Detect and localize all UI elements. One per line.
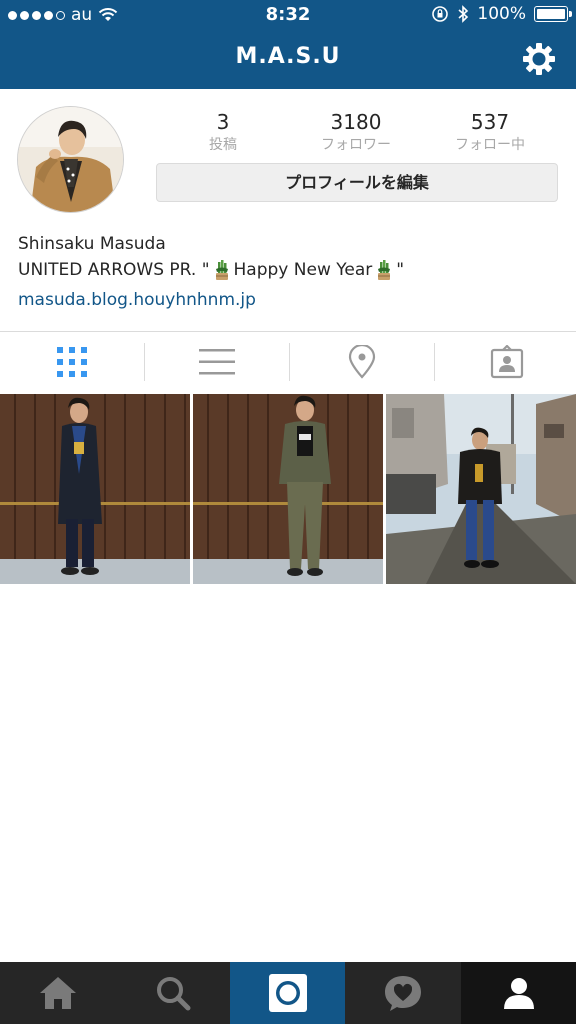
posts-stat[interactable]: 3 投稿	[158, 110, 288, 154]
edit-profile-button[interactable]: プロフィールを編集	[156, 163, 558, 202]
profile-name: Shinsaku Masuda	[18, 234, 166, 254]
nav-camera[interactable]	[230, 962, 345, 1024]
tagged-icon	[490, 345, 524, 379]
tab-list[interactable]	[145, 332, 289, 392]
avatar[interactable]	[17, 106, 124, 213]
followers-label: フォロワー	[321, 137, 391, 153]
profile-website-link[interactable]: masuda.blog.houyhnhnm.jp	[18, 290, 256, 310]
nav-activity[interactable]	[345, 962, 460, 1024]
post-thumbnail-2[interactable]	[193, 394, 383, 584]
grid-icon	[57, 347, 87, 377]
posts-label: 投稿	[209, 137, 237, 153]
camera-icon	[268, 974, 307, 1012]
following-stat[interactable]: 537 フォロー中	[425, 110, 555, 154]
following-label: フォロー中	[455, 137, 525, 153]
location-pin-icon	[348, 345, 376, 379]
posts-count: 3	[216, 110, 230, 134]
profile-bio: UNITED ARROWS PR. " Happy New Year "	[18, 260, 404, 280]
post-thumbnail-1[interactable]	[0, 394, 190, 584]
view-tabs	[0, 332, 576, 392]
page-title: M.A.S.U	[235, 44, 341, 69]
post-thumbnail-3[interactable]	[386, 394, 576, 584]
list-icon	[199, 349, 235, 375]
nav-home[interactable]	[0, 962, 115, 1024]
status-bar: au 8:32 100%	[0, 0, 576, 30]
search-icon	[156, 977, 190, 1011]
orientation-lock-icon	[432, 6, 449, 22]
tab-tagged[interactable]	[435, 332, 576, 392]
kadomatsu-emoji-icon	[215, 260, 228, 280]
battery-percent: 100%	[477, 4, 526, 24]
tab-location[interactable]	[290, 332, 434, 392]
activity-heart-icon	[384, 976, 421, 1011]
kadomatsu-emoji-icon-2	[378, 260, 391, 280]
nav-profile[interactable]	[461, 962, 576, 1024]
nav-search[interactable]	[115, 962, 230, 1024]
home-icon	[39, 977, 76, 1009]
bottom-nav	[0, 962, 576, 1024]
followers-count: 3180	[330, 110, 382, 134]
profile-icon	[503, 978, 534, 1009]
bio-text-start: UNITED ARROWS PR. "	[18, 260, 210, 280]
tab-grid[interactable]	[0, 332, 144, 392]
photo-grid	[0, 394, 576, 584]
following-count: 537	[470, 110, 510, 134]
followers-stat[interactable]: 3180 フォロワー	[291, 110, 421, 154]
bio-text-middle: Happy New Year	[233, 260, 373, 280]
gear-icon[interactable]	[522, 42, 556, 76]
bio-text-end: "	[396, 260, 405, 280]
battery-icon	[534, 6, 572, 22]
top-bar: au 8:32 100% M.A.S.U	[0, 0, 576, 89]
bluetooth-icon	[458, 5, 469, 23]
